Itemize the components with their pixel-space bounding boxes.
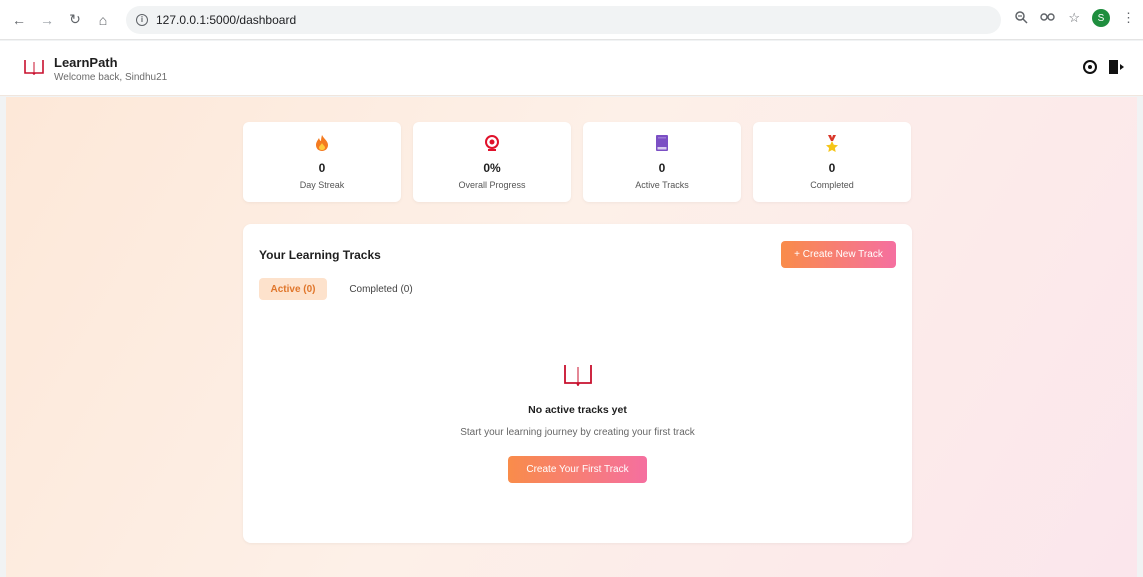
learning-tracks-panel: Your Learning Tracks + Create New Track … xyxy=(243,224,912,543)
nav-buttons: ← → ↻ ⌂ xyxy=(8,9,114,31)
stat-value: 0 xyxy=(318,161,326,175)
welcome-message: Welcome back, Sindhu21 xyxy=(54,72,168,83)
target-icon xyxy=(413,135,571,151)
empty-state-title: No active tracks yet xyxy=(528,404,627,416)
zoom-icon[interactable] xyxy=(1014,10,1028,27)
stat-label: Day Streak xyxy=(299,180,345,190)
fire-icon xyxy=(243,135,401,151)
stat-value: 0 xyxy=(828,161,836,175)
tab-completed[interactable]: Completed (0) xyxy=(339,278,423,300)
stat-label: Active Tracks xyxy=(635,180,689,190)
app-header: LearnPath Welcome back, Sindhu21 xyxy=(0,41,1143,96)
menu-kebab-icon[interactable]: ⋮ xyxy=(1122,10,1135,26)
logout-icon[interactable] xyxy=(1109,60,1125,74)
book-icon xyxy=(583,135,741,151)
brand-text: LearnPath Welcome back, Sindhu21 xyxy=(54,55,167,83)
bookmark-star-icon[interactable]: ☆ xyxy=(1068,10,1080,26)
stat-label: Completed xyxy=(810,180,854,190)
settings-gear-icon[interactable] xyxy=(1083,60,1097,74)
reload-icon[interactable]: ↻ xyxy=(64,9,86,31)
app-title: LearnPath xyxy=(54,55,118,70)
tab-active[interactable]: Active (0) xyxy=(259,278,327,300)
stat-card-completed: 0 Completed xyxy=(753,122,911,202)
url-text: 127.0.0.1:5000/dashboard xyxy=(156,12,297,27)
home-icon[interactable]: ⌂ xyxy=(92,9,114,31)
stat-label: Overall Progress xyxy=(458,180,526,190)
site-info-icon[interactable]: i xyxy=(136,13,148,26)
stat-value: 0 xyxy=(658,161,666,175)
book-logo-icon xyxy=(24,59,44,76)
create-new-track-button[interactable]: + Create New Track xyxy=(781,241,896,268)
header-actions xyxy=(1083,60,1125,74)
brand: LearnPath Welcome back, Sindhu21 xyxy=(24,55,167,83)
address-bar[interactable]: i 127.0.0.1:5000/dashboard xyxy=(126,5,1001,34)
panel-title: Your Learning Tracks xyxy=(259,248,381,262)
empty-state-description: Start your learning journey by creating … xyxy=(460,427,695,438)
back-arrow-icon[interactable]: ← xyxy=(8,9,30,31)
dashboard-main: 0 Day Streak 0% Overall Progress 0 Activ… xyxy=(6,97,1137,577)
stat-value: 0% xyxy=(483,161,501,175)
profile-avatar[interactable]: S xyxy=(1092,9,1110,27)
stat-card-day-streak: 0 Day Streak xyxy=(243,122,401,202)
create-first-track-button[interactable]: Create Your First Track xyxy=(508,456,647,483)
forward-arrow-icon[interactable]: → xyxy=(36,9,58,31)
browser-toolbar: ← → ↻ ⌂ i 127.0.0.1:5000/dashboard ☆ S ⋮ xyxy=(0,0,1143,40)
stat-card-overall-progress: 0% Overall Progress xyxy=(413,122,571,202)
browser-actions: ☆ S ⋮ xyxy=(1014,9,1135,27)
stat-card-active-tracks: 0 Active Tracks xyxy=(583,122,741,202)
empty-book-icon xyxy=(564,364,592,388)
medal-icon xyxy=(753,135,911,153)
password-key-icon[interactable] xyxy=(1040,11,1056,26)
